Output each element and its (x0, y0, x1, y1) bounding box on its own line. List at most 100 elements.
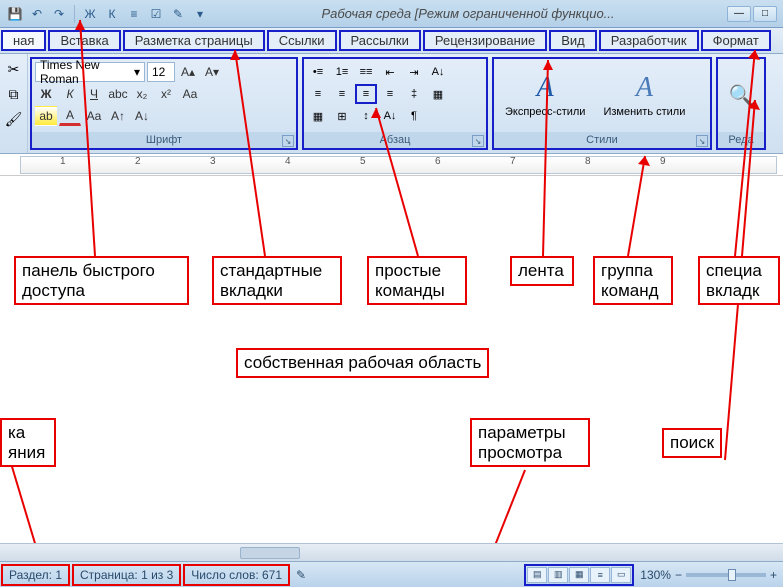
tab-insert[interactable]: Вставка (48, 30, 120, 51)
minimize-button[interactable]: — (727, 6, 751, 22)
font-color-button[interactable]: A (59, 106, 81, 126)
italic-icon[interactable]: К (103, 5, 121, 23)
fill-button[interactable]: ⊞ (331, 106, 353, 126)
title-bar: 💾 ↶ ↷ Ж К ≡ ☑ ✎ ▾ Рабочая среда [Режим о… (0, 0, 783, 28)
numbering-button[interactable]: 1≡ (331, 62, 353, 82)
borders-button[interactable]: ▦ (307, 106, 329, 126)
tab-format[interactable]: Формат (701, 30, 771, 51)
cut-icon[interactable]: ✂ (2, 58, 26, 80)
undo-icon[interactable]: ↶ (28, 5, 46, 23)
align-right-button[interactable]: ≡ (355, 84, 377, 104)
tab-mailings[interactable]: Рассылки (339, 30, 421, 51)
bold-button[interactable]: Ж (35, 84, 57, 104)
zoom-control: 130% − + (640, 568, 777, 582)
maximize-button[interactable]: □ (753, 6, 777, 22)
shrink-font-icon[interactable]: A▾ (201, 62, 223, 82)
ruler-tick: 9 (660, 156, 666, 167)
sort-button[interactable]: A↓ (427, 62, 449, 82)
paragraph-launcher-icon[interactable]: ↘ (472, 135, 484, 147)
tab-label: ная (13, 33, 34, 48)
full-reading-view-button[interactable]: ▥ (548, 567, 568, 583)
styles-glyph-icon: A (537, 72, 554, 104)
styles-launcher-icon[interactable]: ↘ (696, 135, 708, 147)
multilevel-button[interactable]: ≡≡ (355, 62, 377, 82)
shrink-font2-button[interactable]: A↓ (131, 106, 153, 126)
tab-references[interactable]: Ссылки (267, 30, 337, 51)
find-icon[interactable]: 🔍 (729, 83, 754, 108)
align-center-button[interactable]: ≡ (331, 84, 353, 104)
justify-button[interactable]: ≡ (379, 84, 401, 104)
check-icon[interactable]: ☑ (147, 5, 165, 23)
annot-simple-cmds: простые команды (367, 256, 467, 305)
quick-styles-button[interactable]: A Экспресс-стили (497, 62, 593, 129)
zoom-thumb[interactable] (728, 569, 736, 581)
scrollbar-thumb[interactable] (240, 547, 300, 559)
horizontal-scrollbar[interactable] (0, 543, 783, 561)
ruler-tick: 1 (60, 156, 66, 167)
outline-view-button[interactable]: ≡ (590, 567, 610, 583)
status-section[interactable]: Раздел: 1 (1, 564, 70, 586)
paragraph-group-label: Абзац↘ (304, 132, 486, 148)
tab-page-layout[interactable]: Разметка страницы (123, 30, 265, 51)
indent-dec-button[interactable]: ⇤ (379, 62, 401, 82)
italic-button[interactable]: К (59, 84, 81, 104)
font-group: Times New Roman▾ 12 A▴ A▾ Ж К Ч abc x₂ x… (30, 57, 298, 150)
tab-label: Рассылки (351, 33, 409, 48)
font-size-combo[interactable]: 12 (147, 62, 175, 82)
annot-search: поиск (662, 428, 722, 458)
tab-developer[interactable]: Разработчик (599, 30, 699, 51)
clear-format-button[interactable]: Aa (83, 106, 105, 126)
change-styles-button[interactable]: A Изменить стили (595, 62, 693, 129)
styles-group-label: Стили↘ (494, 132, 710, 148)
zoom-out-button[interactable]: − (675, 568, 682, 582)
align-left-button[interactable]: ≡ (307, 84, 329, 104)
bold-icon[interactable]: Ж (81, 5, 99, 23)
change-case-button[interactable]: Aa (179, 84, 201, 104)
ruler-tick: 4 (285, 156, 291, 167)
indent-inc-button[interactable]: ⇥ (403, 62, 425, 82)
print-layout-view-button[interactable]: ▤ (527, 567, 547, 583)
spacing-button[interactable]: ↕ (355, 106, 377, 126)
list-icon[interactable]: ≡ (125, 5, 143, 23)
highlight-button[interactable]: ab (35, 106, 57, 126)
grow-font-icon[interactable]: A▴ (177, 62, 199, 82)
zoom-in-button[interactable]: + (770, 568, 777, 582)
status-page[interactable]: Страница: 1 из 3 (72, 564, 181, 586)
bullets-button[interactable]: •≡ (307, 62, 329, 82)
styles-group: A Экспресс-стили A Изменить стили Стили↘ (492, 57, 712, 150)
copy-icon[interactable]: ⧉ (2, 83, 26, 105)
annot-ribbon: лента (510, 256, 574, 286)
view-buttons: ▤ ▥ ▦ ≡ ▭ (524, 564, 634, 586)
spelling-icon[interactable]: ✎ (169, 5, 187, 23)
font-launcher-icon[interactable]: ↘ (282, 135, 294, 147)
horizontal-ruler[interactable]: 1 2 3 4 5 6 7 8 9 (0, 154, 783, 176)
format-painter-icon[interactable]: 🖌 (2, 108, 26, 130)
draft-view-button[interactable]: ▭ (611, 567, 631, 583)
subscript-button[interactable]: x₂ (131, 84, 153, 104)
zoom-value[interactable]: 130% (640, 568, 671, 582)
show-marks-button[interactable]: ¶ (403, 106, 425, 126)
underline-button[interactable]: Ч (83, 84, 105, 104)
customize-qat-icon[interactable]: ▾ (191, 5, 209, 23)
change-styles-glyph-icon: A (636, 72, 653, 104)
tab-view[interactable]: Вид (549, 30, 597, 51)
tab-home[interactable]: ная (1, 30, 46, 51)
font-name-combo[interactable]: Times New Roman▾ (35, 62, 145, 82)
zoom-slider[interactable] (686, 573, 766, 577)
sort2-button[interactable]: A↓ (379, 106, 401, 126)
tab-label: Вид (561, 33, 585, 48)
tab-review[interactable]: Рецензирование (423, 30, 547, 51)
superscript-button[interactable]: x² (155, 84, 177, 104)
line-spacing-button[interactable]: ‡ (403, 84, 425, 104)
redo-icon[interactable]: ↷ (50, 5, 68, 23)
paragraph-group: •≡ 1≡ ≡≡ ⇤ ⇥ A↓ ≡ ≡ ≡ ≡ ‡ ▦ ▦ ⊞ ↕ A↓ ¶ (302, 57, 488, 150)
tab-label: Формат (713, 33, 759, 48)
proofing-icon[interactable]: ✎ (291, 568, 311, 582)
status-words[interactable]: Число слов: 671 (183, 564, 290, 586)
ribbon: ✂ ⧉ 🖌 Times New Roman▾ 12 A▴ A▾ Ж К Ч ab… (0, 54, 783, 154)
shading-button[interactable]: ▦ (427, 84, 449, 104)
strike-button[interactable]: abc (107, 84, 129, 104)
grow-font2-button[interactable]: A↑ (107, 106, 129, 126)
web-layout-view-button[interactable]: ▦ (569, 567, 589, 583)
save-icon[interactable]: 💾 (6, 5, 24, 23)
